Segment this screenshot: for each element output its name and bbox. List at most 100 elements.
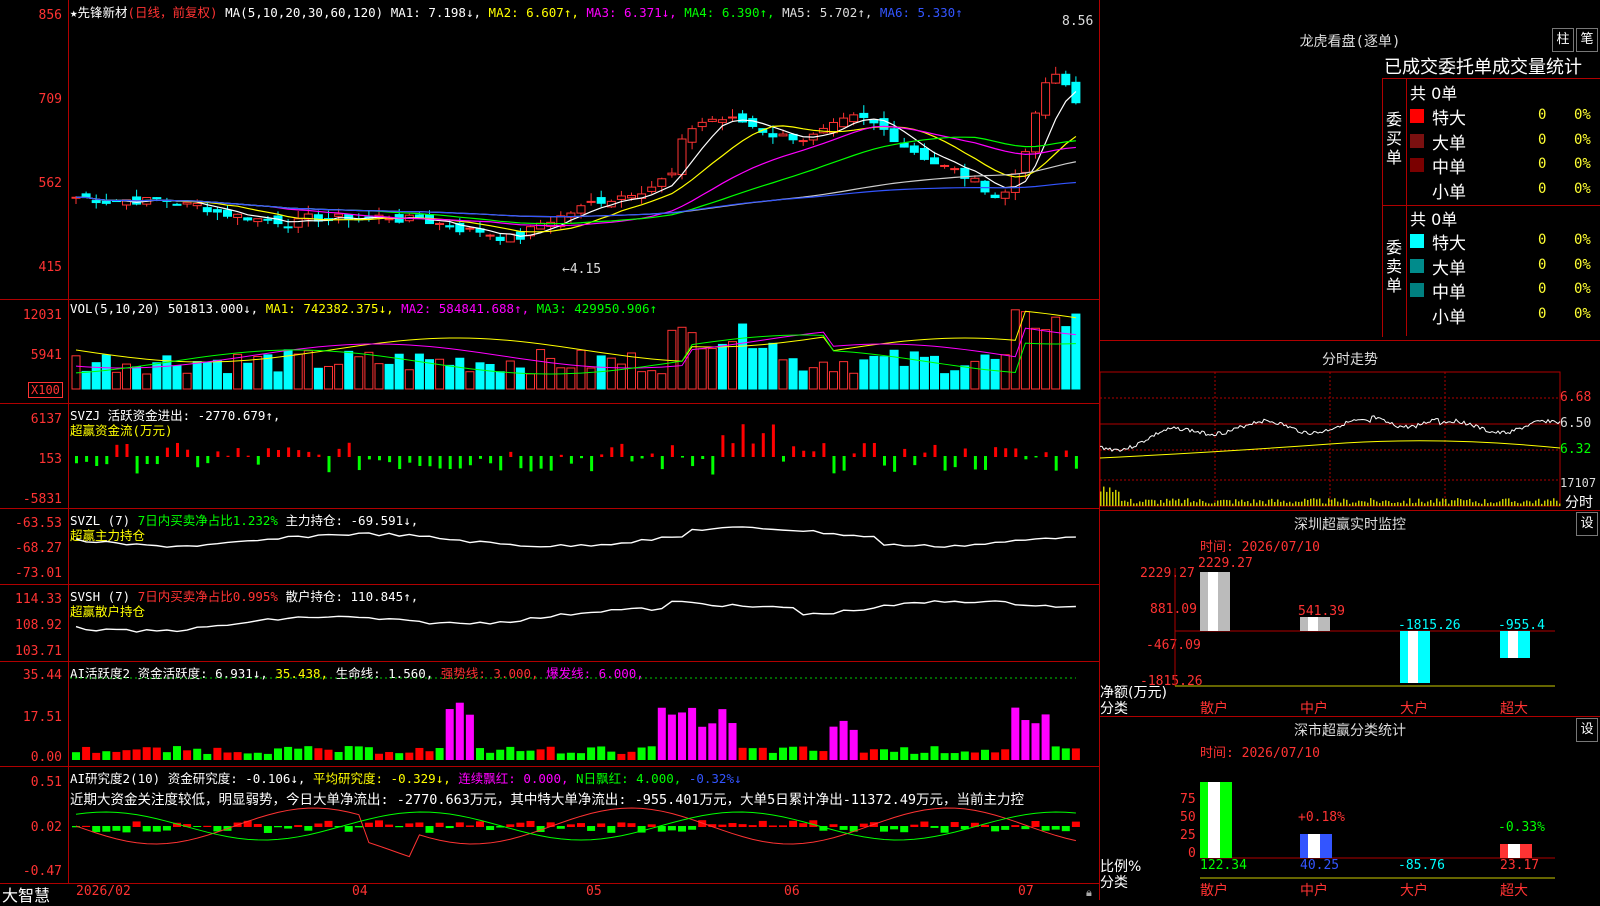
volume-bar: [273, 371, 283, 390]
candle-body: [849, 114, 859, 123]
intraday-vol-bar: [1397, 502, 1399, 506]
intraday-vol-bar: [1130, 498, 1132, 506]
money-flow-bar: [317, 454, 321, 457]
intraday-vol-bar: [1367, 502, 1369, 506]
activity-bar: [587, 747, 596, 760]
volume-bar: [303, 350, 313, 390]
activity-bar: [193, 748, 202, 760]
money-flow-bar: [610, 447, 614, 457]
money-flow-bar: [761, 433, 765, 457]
intraday-vol-bar: [1238, 501, 1240, 506]
money-flow-bar: [226, 455, 230, 457]
research-bar: [344, 826, 353, 832]
intraday-vol-bar: [1157, 503, 1159, 506]
research-bar: [607, 826, 616, 833]
research-bar: [425, 826, 434, 833]
intraday-vol-bar: [1490, 502, 1492, 506]
volume-bar: [293, 353, 303, 390]
sz-bar-mid-highlight: [1308, 617, 1318, 631]
candle-body: [263, 218, 273, 221]
volume-bar: [374, 363, 384, 390]
activity-bar: [991, 752, 1000, 760]
money-flow-bar: [115, 444, 119, 457]
candle-body: [869, 119, 879, 124]
research-bar: [354, 826, 363, 828]
money-flow-bar: [155, 456, 159, 465]
sz-bar-super-highlight: [1508, 631, 1518, 658]
activity-bar: [395, 753, 404, 760]
money-flow-bar: [862, 443, 866, 457]
money-flow-bar: [1074, 456, 1078, 469]
research-bar: [102, 826, 111, 832]
candle-body: [505, 233, 515, 243]
intraday-vol-bar: [1445, 498, 1447, 506]
sz-bar-retail-highlight: [1208, 572, 1218, 631]
candle-body: [707, 118, 717, 122]
volume-bar: [940, 373, 950, 390]
research-bar: [486, 826, 495, 831]
intraday-vol-bar: [1547, 499, 1549, 506]
money-flow-bar: [832, 456, 836, 474]
activity-bar: [738, 747, 747, 760]
money-flow-bar: [802, 450, 806, 457]
activity-bar: [385, 752, 394, 760]
activity-bar: [728, 723, 737, 760]
intraday-vol-bar: [1355, 502, 1357, 506]
intraday-vol-bar: [1409, 498, 1411, 506]
intraday-vol-bar: [1277, 499, 1279, 506]
retail-hold-line: [75, 600, 1076, 633]
research-bar: [1061, 826, 1070, 832]
money-flow-bar: [1014, 448, 1018, 457]
candle-body: [253, 218, 263, 223]
money-flow-bar: [923, 452, 927, 457]
money-flow-bar: [549, 456, 553, 471]
money-flow-bar: [771, 424, 775, 457]
intraday-vol-bar: [1370, 498, 1372, 506]
intraday-vol-bar: [1448, 503, 1450, 506]
research-bar: [688, 826, 697, 830]
money-flow-bar: [529, 456, 533, 472]
research-bar: [738, 824, 747, 827]
intraday-vol-bar: [1427, 501, 1429, 506]
money-flow-bar: [307, 451, 311, 457]
money-flow-bar: [973, 456, 977, 470]
candle-body: [586, 200, 596, 203]
research-bar: [385, 824, 394, 827]
intraday-vol-bar: [1436, 498, 1438, 506]
activity-bar: [112, 751, 121, 760]
intraday-vol-bar: [1544, 500, 1546, 506]
intraday-vol-bar: [1532, 503, 1534, 506]
activity-bar: [819, 751, 828, 760]
money-flow-bar: [782, 456, 785, 462]
intraday-vol-bar: [1292, 503, 1294, 506]
candle-body: [202, 207, 212, 213]
intraday-vol-bar: [1394, 502, 1396, 506]
candle-body: [485, 234, 495, 237]
intraday-vol-bar: [1451, 500, 1453, 506]
intraday-vol-bar: [1250, 503, 1252, 506]
volume-bar: [324, 365, 333, 390]
research-bar: [789, 820, 798, 827]
volume-bar: [717, 343, 727, 390]
research-bar: [748, 825, 757, 827]
volume-bar: [576, 349, 586, 390]
research-bar: [799, 823, 808, 827]
intraday-vol-bar: [1430, 500, 1432, 506]
activity-bar: [577, 753, 585, 760]
research-bar: [263, 826, 272, 833]
activity-bar: [496, 749, 505, 760]
research-bar: [577, 823, 585, 827]
volume-bar: [182, 372, 192, 390]
intraday-vol-bar: [1274, 501, 1276, 506]
activity-bar: [284, 746, 293, 760]
research-bar: [122, 826, 131, 833]
intraday-vol-bar: [1103, 486, 1105, 506]
candle-body: [1000, 191, 1010, 199]
activity-bar: [667, 714, 676, 760]
candle-body: [697, 121, 707, 128]
szc-bar-mid-highlight: [1308, 834, 1320, 858]
money-flow-bar: [1034, 456, 1038, 458]
activity-bar: [445, 709, 454, 760]
intraday-vol-bar: [1553, 498, 1555, 506]
activity-bar: [455, 702, 464, 760]
